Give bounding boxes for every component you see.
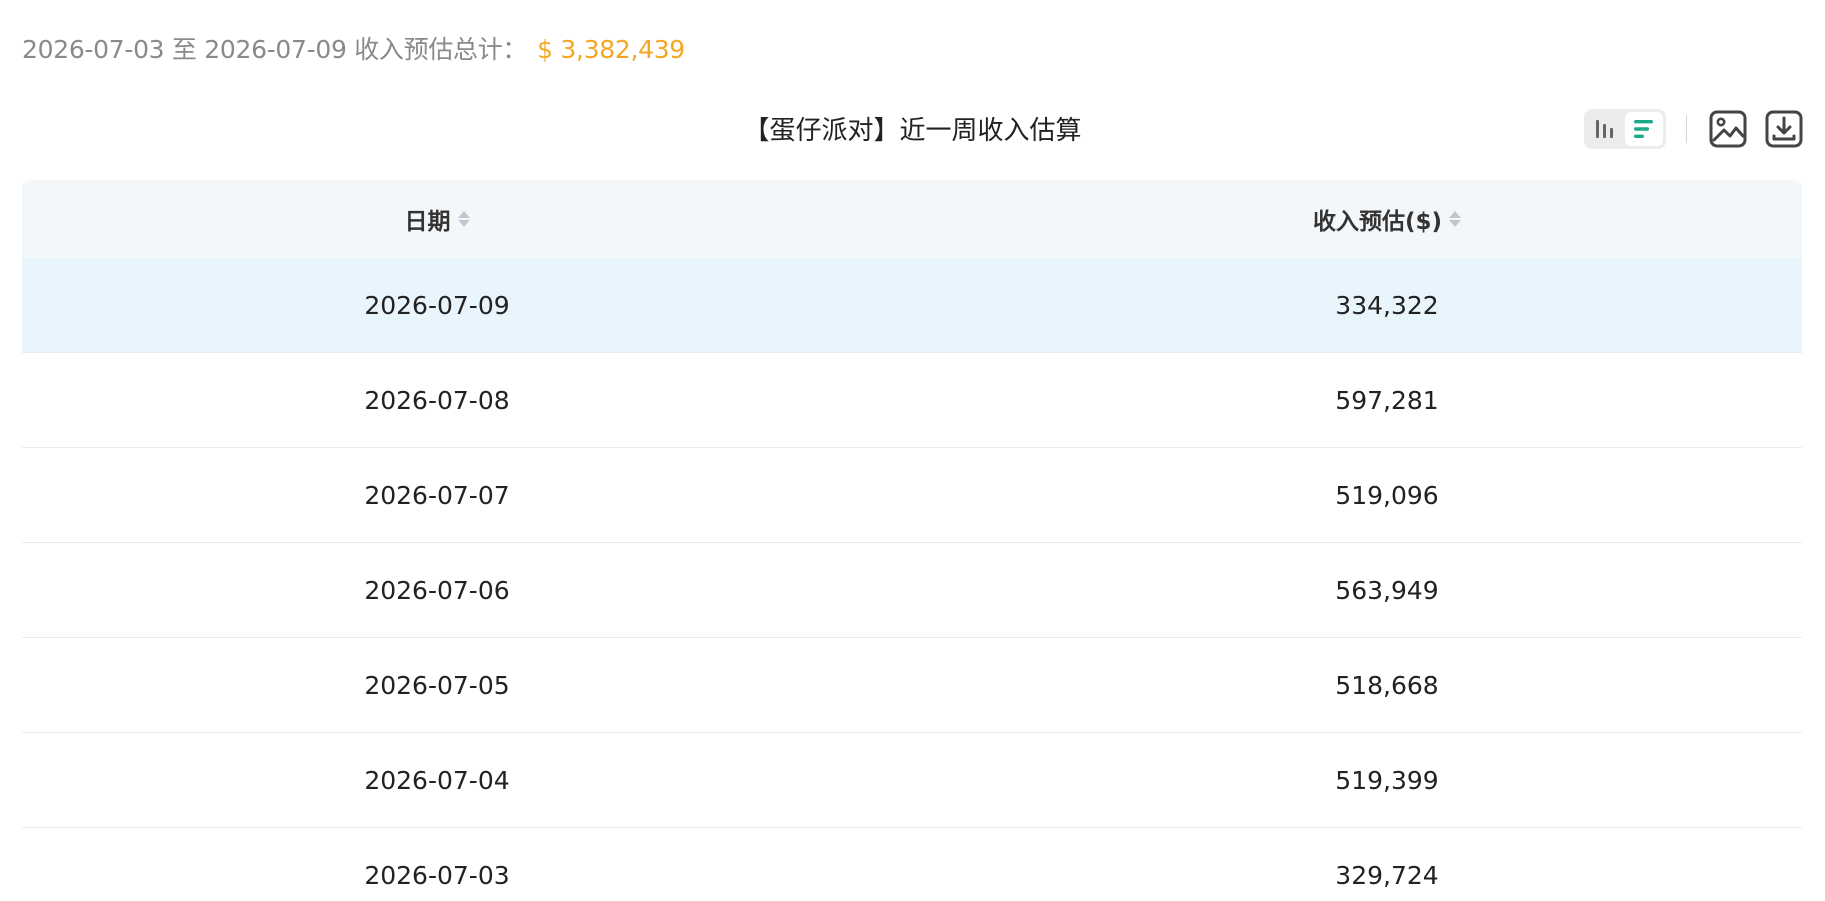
bar-chart-icon (1596, 120, 1613, 138)
column-header-revenue-label: 收入预估($) (1312, 209, 1443, 235)
cell-revenue: 563,949 (1335, 575, 1439, 605)
image-icon (1709, 110, 1747, 148)
cell-revenue: 329,724 (1335, 861, 1439, 890)
table-title: 【蛋仔派对】近一周收入估算 (743, 116, 1082, 146)
table-list-icon (1634, 120, 1653, 138)
cell-date: 2026-07-07 (364, 480, 510, 510)
cell-revenue: 519,399 (1335, 765, 1439, 795)
toolbar (1584, 106, 1805, 152)
revenue-summary: 2026-07-03 至 2026-07-09 收入预估总计： $ 3,382,4… (22, 30, 685, 66)
table-row[interactable]: 2026-07-08 597,281 (22, 353, 1802, 448)
toolbar-divider (1686, 115, 1687, 143)
cell-revenue: 334,322 (1335, 290, 1439, 320)
cell-revenue: 519,096 (1335, 480, 1439, 510)
table-header: 日期 收入预估($) (22, 180, 1802, 258)
table-row[interactable]: 2026-07-09 334,322 (22, 258, 1802, 353)
table-row[interactable]: 2026-07-07 519,096 (22, 448, 1802, 543)
cell-revenue: 597,281 (1335, 385, 1439, 415)
cell-revenue: 518,668 (1335, 670, 1439, 700)
table-view-button[interactable] (1625, 112, 1663, 146)
table-row[interactable]: 2026-07-05 518,668 (22, 638, 1802, 733)
download-icon (1765, 110, 1803, 148)
column-header-date-label: 日期 (404, 209, 451, 235)
cell-date: 2026-07-03 (364, 861, 510, 890)
sort-icon[interactable] (457, 211, 470, 227)
save-image-button[interactable] (1707, 108, 1749, 150)
view-toggle (1584, 109, 1666, 149)
download-button[interactable] (1763, 108, 1805, 150)
revenue-table: 日期 收入预估($) 2026-07-09 334,322 2026-07-08… (22, 180, 1802, 901)
table-row[interactable]: 2026-07-03 329,724 (22, 828, 1802, 901)
table-row[interactable]: 2026-07-04 519,399 (22, 733, 1802, 828)
summary-total-amount: $ 3,382,439 (537, 35, 685, 64)
summary-range-text: 2026-07-03 至 2026-07-09 收入预估总计： (22, 35, 528, 64)
revenue-estimate-page: 2026-07-03 至 2026-07-09 收入预估总计： $ 3,382,4… (0, 0, 1825, 901)
table-row[interactable]: 2026-07-06 563,949 (22, 543, 1802, 638)
cell-date: 2026-07-06 (364, 575, 510, 605)
cell-date: 2026-07-08 (364, 385, 510, 415)
sort-icon[interactable] (1449, 211, 1462, 227)
column-header-date[interactable]: 日期 (22, 202, 972, 236)
cell-date: 2026-07-09 (364, 290, 510, 320)
column-header-revenue[interactable]: 收入预估($) (972, 202, 1802, 236)
cell-date: 2026-07-04 (364, 765, 510, 795)
cell-date: 2026-07-05 (364, 670, 510, 700)
chart-view-button[interactable] (1587, 112, 1625, 146)
